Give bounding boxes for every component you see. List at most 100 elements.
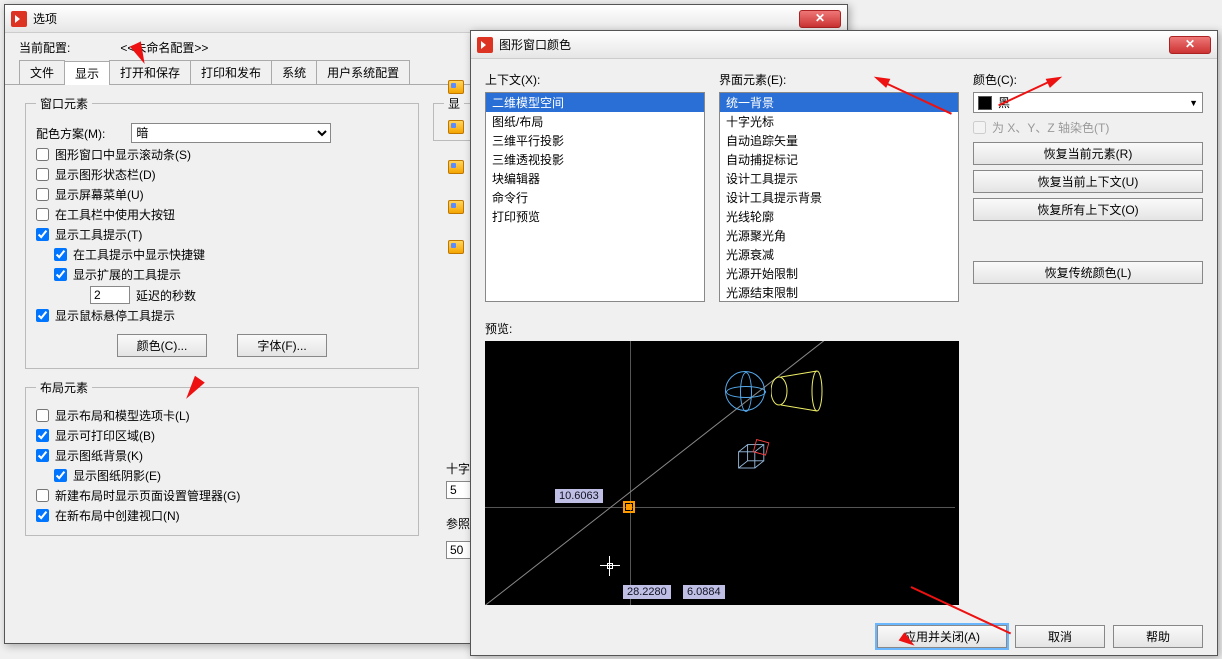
element-item[interactable]: 光源聚光角 bbox=[720, 226, 958, 245]
preview-axis bbox=[485, 507, 955, 508]
context-item[interactable]: 打印预览 bbox=[486, 207, 704, 226]
thumb-icon bbox=[448, 80, 464, 94]
viewport-check[interactable] bbox=[36, 509, 49, 522]
thumb-stack bbox=[448, 80, 470, 254]
tab-system[interactable]: 系统 bbox=[271, 60, 317, 84]
paperbg-check[interactable] bbox=[36, 449, 49, 462]
element-item[interactable]: 光源结束限制 bbox=[720, 283, 958, 302]
color-scheme-select[interactable]: 暗 bbox=[131, 123, 331, 143]
preview-cube-icon bbox=[735, 441, 771, 477]
fade-label: 参照 bbox=[446, 515, 470, 532]
context-item[interactable]: 三维平行投影 bbox=[486, 131, 704, 150]
color-label: 颜色(C): bbox=[973, 71, 1203, 88]
preview-diag bbox=[485, 341, 959, 605]
color-titlebar: 图形窗口颜色 ✕ bbox=[471, 31, 1217, 59]
context-item[interactable]: 三维透视投影 bbox=[486, 150, 704, 169]
element-item[interactable]: 十字光标 bbox=[720, 112, 958, 131]
pagesetup-check[interactable] bbox=[36, 489, 49, 502]
apply-close-button[interactable]: 应用并关闭(A) bbox=[877, 625, 1007, 648]
preview-origin-icon bbox=[623, 501, 635, 513]
cancel-button[interactable]: 取消 bbox=[1015, 625, 1105, 648]
restore-element-button[interactable]: 恢复当前元素(R) bbox=[973, 142, 1203, 165]
screenmenu-label: 显示屏幕菜单(U) bbox=[55, 186, 144, 203]
color-swatch-icon bbox=[978, 96, 992, 110]
printable-label: 显示可打印区域(B) bbox=[55, 427, 155, 444]
preview-coord-1: 10.6063 bbox=[555, 489, 603, 503]
papershadow-label: 显示图纸阴影(E) bbox=[73, 467, 161, 484]
restore-classic-button[interactable]: 恢复传统颜色(L) bbox=[973, 261, 1203, 284]
preview-canvas: 10.6063 28.2280 6.0884 bbox=[485, 341, 959, 605]
element-item[interactable]: 自动追踪矢量 bbox=[720, 131, 958, 150]
scrollbars-check[interactable] bbox=[36, 148, 49, 161]
context-item[interactable]: 图纸/布局 bbox=[486, 112, 704, 131]
preview-coord-3: 6.0884 bbox=[683, 585, 725, 599]
printable-check[interactable] bbox=[36, 429, 49, 442]
delay-label: 延迟的秒数 bbox=[136, 287, 196, 304]
options-titlebar: 选项 ✕ bbox=[5, 5, 847, 33]
tab-opensave[interactable]: 打开和保存 bbox=[109, 60, 191, 84]
chevron-down-icon: ▼ bbox=[1189, 98, 1198, 108]
pagesetup-label: 新建布局时显示页面设置管理器(G) bbox=[55, 487, 240, 504]
help-button[interactable]: 帮助 bbox=[1113, 625, 1203, 648]
bigbuttons-label: 在工具栏中使用大按钮 bbox=[55, 206, 175, 223]
papershadow-check[interactable] bbox=[54, 469, 67, 482]
element-label: 界面元素(E): bbox=[719, 71, 959, 88]
thumb-icon bbox=[448, 160, 464, 174]
color-scheme-label: 配色方案(M): bbox=[36, 125, 105, 142]
delay-input[interactable] bbox=[90, 286, 130, 304]
shortcut-label: 在工具提示中显示快捷键 bbox=[73, 246, 205, 263]
element-item[interactable]: 自动捕捉标记 bbox=[720, 150, 958, 169]
layout-tabs-check[interactable] bbox=[36, 409, 49, 422]
statusbar-check[interactable] bbox=[36, 168, 49, 181]
thumb-icon bbox=[448, 200, 464, 214]
color-title: 图形窗口颜色 bbox=[499, 36, 571, 53]
cross-label: 十字 bbox=[446, 460, 470, 477]
context-listbox[interactable]: 二维模型空间图纸/布局三维平行投影三维透视投影块编辑器命令行打印预览 bbox=[485, 92, 705, 302]
element-item[interactable]: 设计工具提示 bbox=[720, 169, 958, 188]
preview-pickbox-icon bbox=[607, 563, 613, 569]
element-item[interactable]: 光线轮廓 bbox=[720, 207, 958, 226]
tooltips-label: 显示工具提示(T) bbox=[55, 226, 142, 243]
color-dropdown[interactable]: 黑 ▼ bbox=[973, 92, 1203, 113]
colors-button[interactable]: 颜色(C)... bbox=[117, 334, 207, 357]
restore-context-button[interactable]: 恢复当前上下文(U) bbox=[973, 170, 1203, 193]
shortcut-check[interactable] bbox=[54, 248, 67, 261]
tab-print[interactable]: 打印和发布 bbox=[190, 60, 272, 84]
screenmenu-check[interactable] bbox=[36, 188, 49, 201]
preview-cone-icon bbox=[771, 369, 823, 413]
preview-axis bbox=[630, 341, 631, 605]
context-item[interactable]: 命令行 bbox=[486, 188, 704, 207]
element-item[interactable]: 光源衰减 bbox=[720, 245, 958, 264]
app-icon bbox=[11, 11, 27, 27]
restore-all-button[interactable]: 恢复所有上下文(O) bbox=[973, 198, 1203, 221]
close-icon[interactable]: ✕ bbox=[799, 10, 841, 28]
bigbuttons-check[interactable] bbox=[36, 208, 49, 221]
preview-label: 预览: bbox=[485, 320, 959, 337]
extended-check[interactable] bbox=[54, 268, 67, 281]
tab-file[interactable]: 文件 bbox=[19, 60, 65, 84]
preview-sphere-icon bbox=[725, 371, 765, 411]
element-item[interactable]: 光源开始限制 bbox=[720, 264, 958, 283]
layout-elements-legend: 布局元素 bbox=[36, 379, 92, 396]
element-item[interactable]: 统一背景 bbox=[720, 93, 958, 112]
viewport-label: 在新布局中创建视口(N) bbox=[55, 507, 180, 524]
tooltips-check[interactable] bbox=[36, 228, 49, 241]
element-listbox[interactable]: 统一背景十字光标自动追踪矢量自动捕捉标记设计工具提示设计工具提示背景光线轮廓光源… bbox=[719, 92, 959, 302]
current-config-label: 当前配置: bbox=[19, 39, 70, 56]
preview-coord-2: 28.2280 bbox=[623, 585, 671, 599]
element-item[interactable]: 设计工具提示背景 bbox=[720, 188, 958, 207]
thumb-icon bbox=[448, 240, 464, 254]
tab-userpref[interactable]: 用户系统配置 bbox=[316, 60, 410, 84]
window-elements-legend: 窗口元素 bbox=[36, 95, 92, 112]
statusbar-label: 显示图形状态栏(D) bbox=[55, 166, 156, 183]
options-title: 选项 bbox=[33, 10, 57, 27]
thumb-icon bbox=[448, 120, 464, 134]
tint-xyz-check bbox=[973, 121, 986, 134]
tab-display[interactable]: 显示 bbox=[64, 61, 110, 85]
hover-label: 显示鼠标悬停工具提示 bbox=[55, 307, 175, 324]
context-item[interactable]: 块编辑器 bbox=[486, 169, 704, 188]
close-icon[interactable]: ✕ bbox=[1169, 36, 1211, 54]
hover-check[interactable] bbox=[36, 309, 49, 322]
fonts-button[interactable]: 字体(F)... bbox=[237, 334, 327, 357]
context-item[interactable]: 二维模型空间 bbox=[486, 93, 704, 112]
